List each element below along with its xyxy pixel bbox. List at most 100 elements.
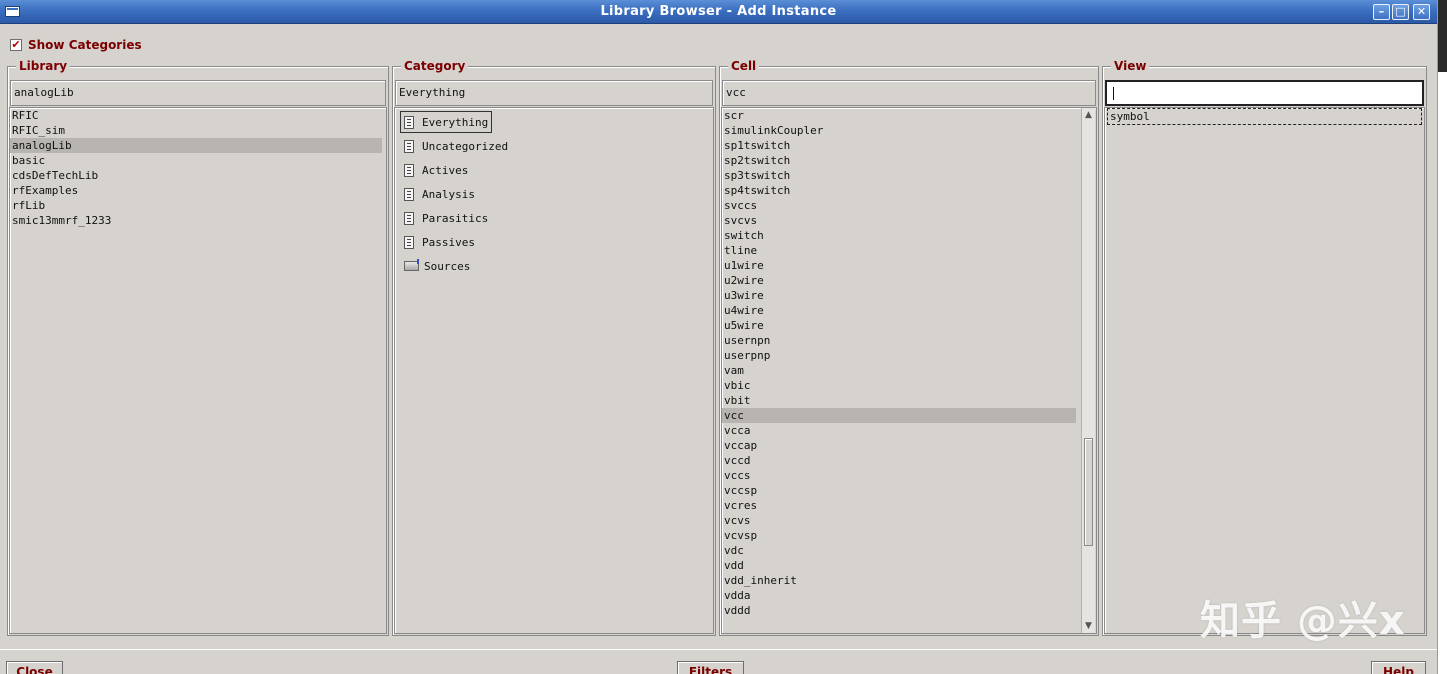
scroll-thumb[interactable]	[1084, 438, 1093, 546]
category-item[interactable]: Analysis	[395, 182, 713, 206]
category-item[interactable]: Passives	[395, 230, 713, 254]
list-item[interactable]: vdc	[722, 543, 1076, 558]
category-item[interactable]: Parasitics	[395, 206, 713, 230]
list-item[interactable]: rfLib	[10, 198, 382, 213]
category-item-box[interactable]: Sources	[400, 255, 474, 277]
list-item[interactable]: sp3tswitch	[722, 168, 1076, 183]
category-item-label: Everything	[422, 115, 489, 129]
category-icon	[404, 115, 414, 129]
help-button[interactable]: Help	[1371, 661, 1426, 674]
library-filter-input[interactable]: analogLib	[10, 80, 386, 106]
category-item-box[interactable]: Passives	[400, 231, 479, 253]
category-list[interactable]: Everything Uncategorized Actives Analysis Pa…	[394, 107, 714, 634]
view-list[interactable]: symbol	[1104, 107, 1425, 634]
list-item[interactable]: basic	[10, 153, 382, 168]
category-item-label: Parasitics	[422, 211, 489, 225]
cell-filter-input[interactable]: vcc	[722, 80, 1096, 106]
list-item[interactable]: tline	[722, 243, 1076, 258]
list-item[interactable]: vbic	[722, 378, 1076, 393]
list-item[interactable]: svcvs	[722, 213, 1076, 228]
filters-button[interactable]: Filters	[677, 661, 744, 674]
folder-icon	[404, 259, 419, 271]
list-item[interactable]: vam	[722, 363, 1076, 378]
list-item[interactable]: RFIC_sim	[10, 123, 382, 138]
list-item[interactable]: rfExamples	[10, 183, 382, 198]
library-panel-title: Library	[16, 59, 71, 73]
list-item[interactable]: sp2tswitch	[722, 153, 1076, 168]
list-item[interactable]: u3wire	[722, 288, 1076, 303]
list-item[interactable]: vcvsp	[722, 528, 1076, 543]
show-categories-label: Show Categories	[28, 38, 142, 52]
scroll-down-icon[interactable]: ▼	[1083, 620, 1094, 632]
list-item[interactable]: vccs	[722, 468, 1076, 483]
category-filter-input[interactable]: Everything	[395, 80, 713, 106]
category-item-label: Passives	[422, 235, 475, 249]
maximize-button[interactable]: □	[1392, 4, 1409, 20]
list-item[interactable]: u5wire	[722, 318, 1076, 333]
category-item[interactable]: Everything	[395, 110, 713, 134]
list-item[interactable]: vdd_inherit	[722, 573, 1076, 588]
list-item[interactable]: scr	[722, 108, 1076, 123]
list-item[interactable]: vddd	[722, 603, 1076, 618]
list-item[interactable]: vccsp	[722, 483, 1076, 498]
library-panel: Library analogLib RFIC RFIC_sim analogLib b…	[7, 59, 389, 636]
list-item[interactable]: switch	[722, 228, 1076, 243]
view-filter-input[interactable]	[1105, 80, 1424, 106]
list-item[interactable]: vcca	[722, 423, 1076, 438]
list-item[interactable]: analogLib	[10, 138, 382, 153]
category-icon	[404, 187, 414, 201]
category-icon	[404, 139, 414, 153]
close-button[interactable]: Close	[6, 661, 63, 674]
category-item-box[interactable]: Actives	[400, 159, 472, 181]
list-item[interactable]: sp4tswitch	[722, 183, 1076, 198]
cell-scrollbar[interactable]: ▲ ▼	[1081, 108, 1095, 633]
list-item[interactable]: u1wire	[722, 258, 1076, 273]
view-panel-title: View	[1111, 59, 1150, 73]
list-item[interactable]: simulinkCoupler	[722, 123, 1076, 138]
category-item[interactable]: Uncategorized	[395, 134, 713, 158]
list-item[interactable]: vdd	[722, 558, 1076, 573]
category-item-box[interactable]: Everything	[400, 111, 493, 133]
cell-list-container: scr simulinkCoupler sp1tswitch sp2tswitch sp…	[721, 107, 1097, 634]
list-item[interactable]: vcres	[722, 498, 1076, 513]
category-panel: Category Everything Everything Uncategori…	[392, 59, 716, 636]
cell-panel-title: Cell	[728, 59, 760, 73]
category-item-box[interactable]: Parasitics	[400, 207, 492, 229]
show-categories-checkbox[interactable]: ✔	[10, 39, 22, 51]
list-item[interactable]: u4wire	[722, 303, 1076, 318]
category-item-label: Sources	[424, 259, 471, 273]
list-item[interactable]: svccs	[722, 198, 1076, 213]
close-window-button[interactable]: ✕	[1413, 4, 1430, 20]
title-bar[interactable]: Library Browser - Add Instance – □ ✕	[0, 0, 1437, 24]
list-item[interactable]: vdda	[722, 588, 1076, 603]
category-icon	[404, 163, 414, 177]
category-item-box[interactable]: Uncategorized	[400, 135, 512, 157]
view-panel: View symbol	[1102, 59, 1427, 636]
list-item[interactable]: vccd	[722, 453, 1076, 468]
category-item[interactable]: Actives	[395, 158, 713, 182]
view-item[interactable]: symbol	[1107, 108, 1422, 125]
category-icon	[404, 235, 414, 249]
list-item[interactable]: vcc	[722, 408, 1076, 423]
scroll-up-icon[interactable]: ▲	[1083, 109, 1094, 121]
list-item[interactable]: sp1tswitch	[722, 138, 1076, 153]
category-item-box[interactable]: Analysis	[400, 183, 479, 205]
list-item[interactable]: vcvs	[722, 513, 1076, 528]
category-item-label: Actives	[422, 163, 469, 177]
show-categories-toggle[interactable]: ✔ Show Categories	[10, 37, 142, 53]
category-item[interactable]: Sources	[395, 254, 713, 278]
list-item[interactable]: u2wire	[722, 273, 1076, 288]
list-item[interactable]: RFIC	[10, 108, 382, 123]
category-panel-title: Category	[401, 59, 469, 73]
list-item[interactable]: userpnp	[722, 348, 1076, 363]
cell-list[interactable]: scr simulinkCoupler sp1tswitch sp2tswitch sp…	[722, 108, 1080, 633]
list-item[interactable]: cdsDefTechLib	[10, 168, 382, 183]
library-list[interactable]: RFIC RFIC_sim analogLib basic cdsDefTechLib r…	[9, 107, 387, 634]
list-item[interactable]: vccap	[722, 438, 1076, 453]
list-item[interactable]: vbit	[722, 393, 1076, 408]
list-item[interactable]: smic13mmrf_1233	[10, 213, 382, 228]
minimize-button[interactable]: –	[1373, 4, 1390, 20]
category-icon	[404, 211, 414, 225]
window-title: Library Browser - Add Instance	[600, 4, 837, 19]
list-item[interactable]: usernpn	[722, 333, 1076, 348]
